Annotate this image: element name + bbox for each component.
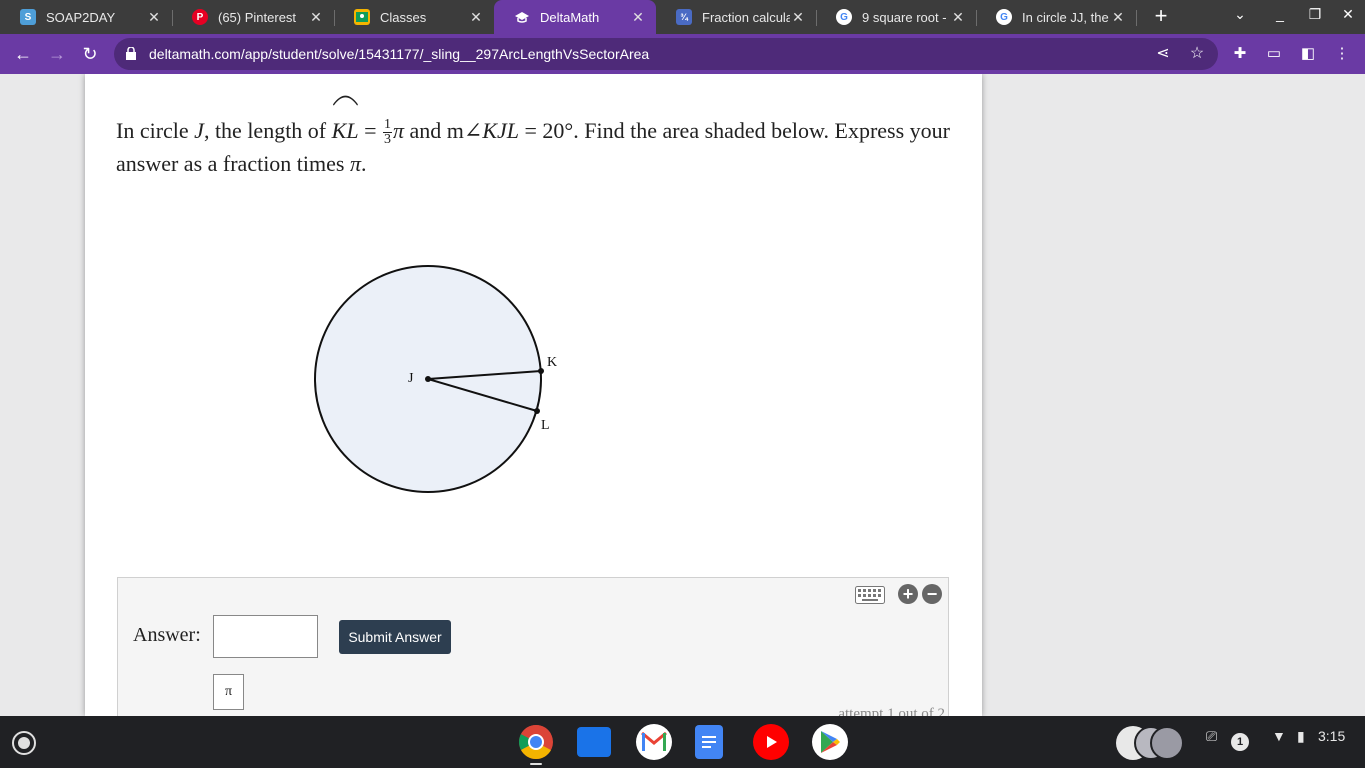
share-icon[interactable]: ⋖: [1153, 44, 1173, 64]
tab-search-chevron-icon[interactable]: ⌄: [1230, 6, 1250, 23]
tab-google-search-1[interactable]: G 9 square root - G ✕: [816, 0, 976, 34]
label-j: J: [408, 371, 414, 386]
submit-answer-button[interactable]: Submit Answer: [339, 620, 451, 654]
tab-classes[interactable]: Classes ✕: [334, 0, 494, 34]
close-icon[interactable]: ✕: [630, 9, 646, 25]
fraction-calculator-icon: ¾: [676, 9, 692, 25]
browser-toolbar: ← → ↻ deltamath.com/app/student/solve/15…: [0, 34, 1365, 74]
close-icon[interactable]: ✕: [146, 9, 162, 25]
tab-title: Fraction calculat: [702, 9, 790, 25]
files-icon[interactable]: [577, 727, 611, 757]
arc-symbol: [332, 95, 358, 106]
label-k: K: [547, 355, 557, 370]
point-l: [534, 408, 540, 414]
avatar[interactable]: [1150, 726, 1184, 760]
screen-cast-icon[interactable]: ⎚: [1206, 728, 1217, 745]
answer-label: Answer:: [133, 624, 201, 646]
os-shelf: ⎚ 1 ▼ ▮ 3:15: [0, 716, 1365, 768]
question-text: In circle J, the length of KL = 13π and …: [116, 95, 956, 180]
back-arrow-icon[interactable]: ←: [12, 43, 34, 65]
wifi-icon[interactable]: ▼: [1272, 728, 1286, 744]
close-icon[interactable]: ✕: [468, 9, 484, 25]
point-k: [538, 368, 544, 374]
tab-title: Classes: [380, 9, 427, 25]
label-l: L: [541, 418, 550, 433]
answer-input[interactable]: [213, 615, 318, 658]
reload-icon[interactable]: ↻: [79, 43, 101, 65]
url-text: deltamath.com/app/student/solve/15431177…: [149, 46, 650, 62]
tab-deltamath[interactable]: DeltaMath ✕: [494, 0, 656, 34]
classroom-icon: [354, 9, 370, 25]
clock-time[interactable]: 3:15: [1318, 728, 1345, 744]
lock-icon: [126, 47, 136, 60]
google-icon: G: [836, 9, 852, 25]
fraction: 13: [382, 117, 392, 148]
minimize-icon[interactable]: _: [1270, 6, 1290, 22]
close-icon[interactable]: ✕: [308, 9, 324, 25]
tab-title: DeltaMath: [540, 9, 600, 25]
attempt-counter: attempt 1 out of 2: [838, 706, 945, 716]
zoom-out-icon[interactable]: −: [922, 584, 942, 604]
notification-count-badge[interactable]: 1: [1231, 733, 1249, 751]
tab-google-search-2[interactable]: G In circle JJ, the l ✕: [976, 0, 1136, 34]
bookmark-star-icon[interactable]: ☆: [1187, 44, 1207, 64]
google-docs-icon[interactable]: [695, 725, 723, 759]
extensions-puzzle-icon[interactable]: ✚: [1229, 43, 1251, 65]
close-icon[interactable]: ✕: [1110, 9, 1126, 25]
battery-icon[interactable]: ▮: [1297, 728, 1305, 745]
menu-kebab-icon[interactable]: ⋮: [1331, 43, 1353, 65]
close-window-icon[interactable]: ✕: [1338, 6, 1358, 23]
soap2day-icon: S: [20, 9, 36, 25]
zoom-in-icon[interactable]: +: [898, 584, 918, 604]
gmail-icon[interactable]: [636, 724, 672, 760]
tab-title: In circle JJ, the l: [1022, 9, 1110, 25]
play-store-icon[interactable]: [812, 724, 848, 760]
youtube-icon[interactable]: [753, 724, 789, 760]
page-content: In circle J, the length of KL = 13π and …: [0, 74, 1365, 716]
tab-soap2day[interactable]: S SOAP2DAY ✕: [0, 0, 172, 34]
problem-card: In circle J, the length of KL = 13π and …: [85, 74, 982, 716]
tab-strip: S SOAP2DAY ✕ P (65) Pinterest ✕ Classes …: [0, 0, 1365, 34]
close-icon[interactable]: ✕: [950, 9, 966, 25]
point-j: [425, 376, 431, 382]
restore-icon[interactable]: ❐: [1305, 6, 1325, 23]
answer-panel: + − Answer: Submit Answer π attempt 1 ou…: [117, 577, 949, 716]
tab-fraction-calculator[interactable]: ¾ Fraction calculat ✕: [656, 0, 816, 34]
new-tab-plus-icon[interactable]: +: [1150, 5, 1172, 27]
tab-title: SOAP2DAY: [46, 9, 116, 25]
tab-title: (65) Pinterest: [218, 9, 297, 25]
cast-icon[interactable]: ▭: [1263, 43, 1285, 65]
forward-arrow-icon[interactable]: →: [46, 43, 68, 65]
pi-symbol-button[interactable]: π: [213, 674, 244, 710]
address-bar[interactable]: deltamath.com/app/student/solve/15431177…: [114, 38, 1218, 70]
deltamath-icon: [514, 9, 530, 25]
pinterest-icon: P: [192, 9, 208, 25]
tab-title: 9 square root - G: [862, 9, 950, 25]
side-panel-icon[interactable]: ◧: [1297, 43, 1319, 65]
launcher-icon[interactable]: [12, 731, 36, 755]
close-icon[interactable]: ✕: [790, 9, 806, 25]
chrome-running-indicator: [530, 763, 542, 765]
chrome-icon[interactable]: [518, 724, 554, 760]
tab-pinterest[interactable]: P (65) Pinterest ✕: [172, 0, 334, 34]
keyboard-icon[interactable]: [855, 586, 885, 604]
google-icon: G: [996, 9, 1012, 25]
circle-diagram: J K L: [314, 265, 557, 493]
